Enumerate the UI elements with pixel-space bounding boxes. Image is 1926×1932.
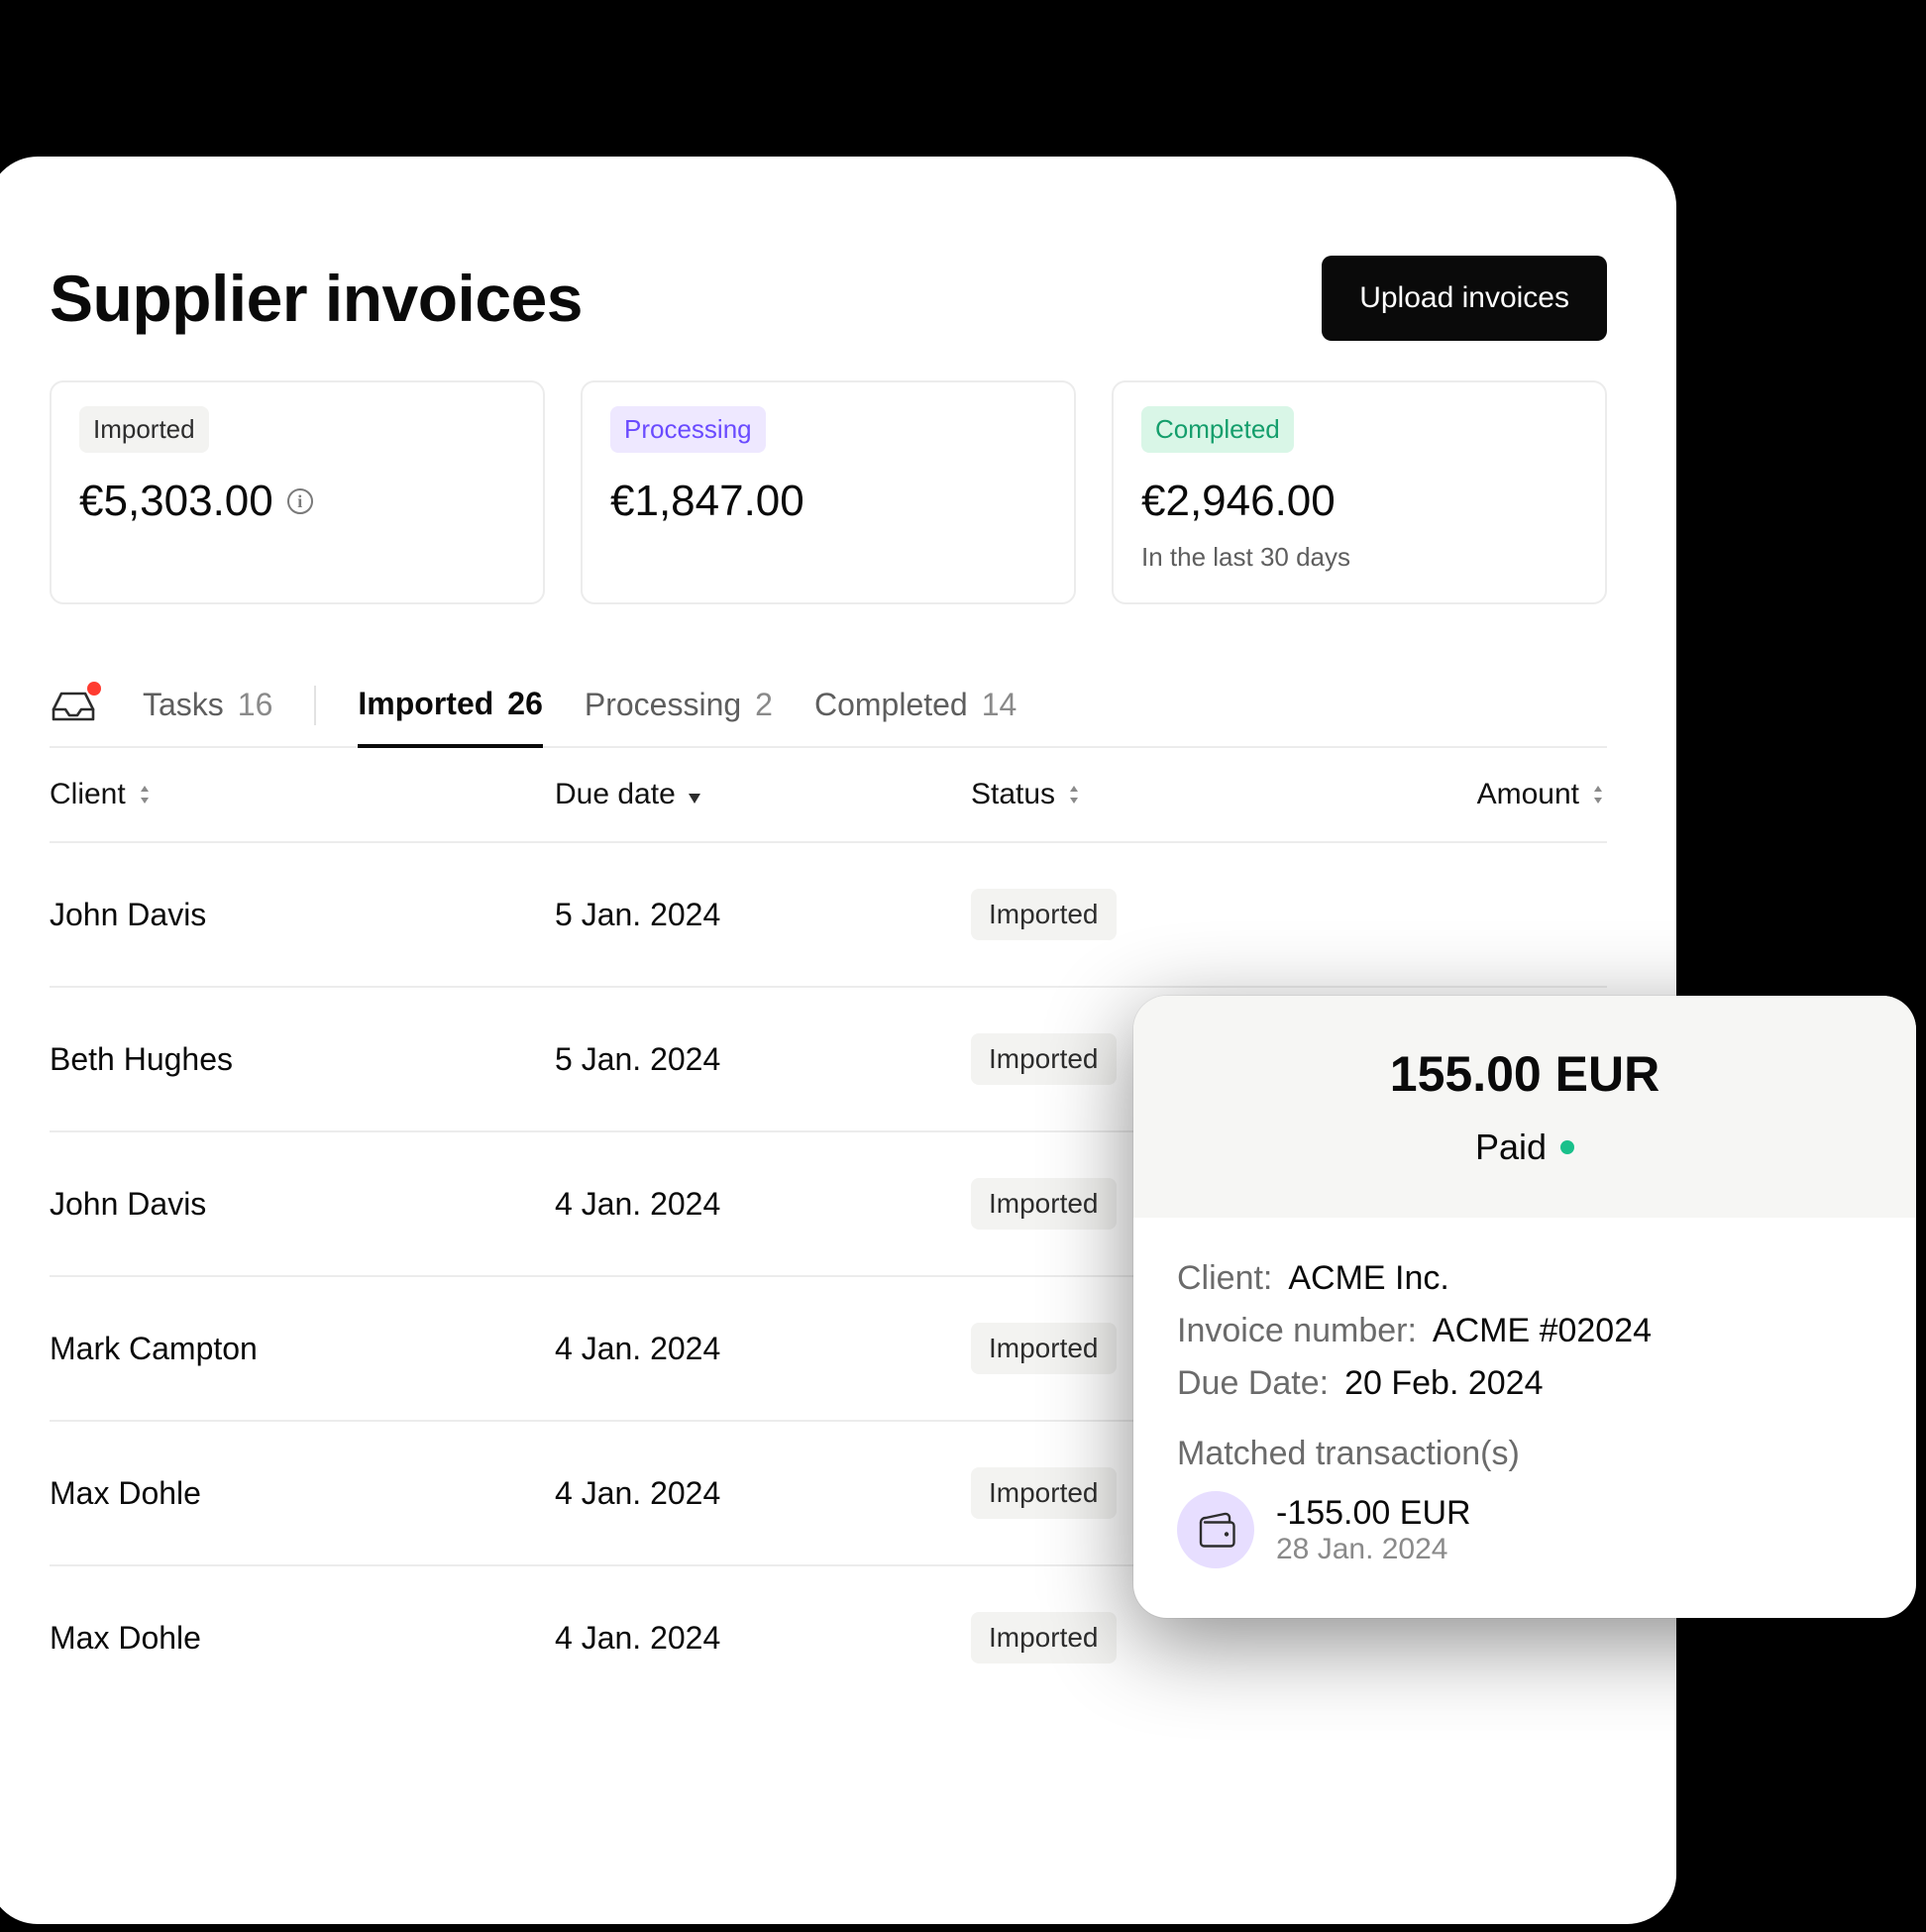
status-chip: Imported bbox=[971, 1467, 1117, 1519]
popover-client-value: ACME Inc. bbox=[1288, 1259, 1448, 1298]
column-client-label: Client bbox=[50, 778, 126, 811]
badge-processing: Processing bbox=[610, 406, 766, 453]
tab-imported[interactable]: Imported 26 bbox=[358, 664, 542, 748]
sort-icon bbox=[1065, 784, 1083, 805]
summary-card-imported[interactable]: Imported €5,303.00 i bbox=[50, 380, 545, 604]
column-status-label: Status bbox=[971, 778, 1055, 811]
row-client: John Davis bbox=[50, 897, 555, 933]
tab-imported-count: 26 bbox=[507, 686, 543, 722]
transaction-amount: -155.00 EUR bbox=[1276, 1494, 1471, 1533]
popover-amount: 155.00 EUR bbox=[1173, 1045, 1876, 1103]
tab-tasks[interactable]: Tasks 16 bbox=[143, 665, 272, 745]
divider bbox=[314, 686, 316, 725]
status-chip: Imported bbox=[971, 1323, 1117, 1374]
row-client: Max Dohle bbox=[50, 1475, 555, 1512]
sort-icon bbox=[1589, 784, 1607, 805]
tab-tasks-label: Tasks bbox=[143, 687, 224, 723]
tab-completed[interactable]: Completed 14 bbox=[814, 665, 1016, 745]
row-due-date: 5 Jan. 2024 bbox=[555, 897, 971, 933]
upload-invoices-button[interactable]: Upload invoices bbox=[1322, 256, 1607, 341]
sort-icon bbox=[136, 784, 154, 805]
row-due-date: 4 Jan. 2024 bbox=[555, 1331, 971, 1367]
popover-matched-label: Matched transaction(s) bbox=[1177, 1435, 1872, 1473]
table-row[interactable]: John Davis5 Jan. 2024Imported bbox=[50, 843, 1607, 988]
tab-processing-label: Processing bbox=[585, 687, 741, 723]
matched-transaction[interactable]: -155.00 EUR 28 Jan. 2024 bbox=[1177, 1491, 1872, 1568]
notification-dot-icon bbox=[87, 682, 101, 696]
column-header-client[interactable]: Client bbox=[50, 778, 555, 811]
inbox-icon[interactable] bbox=[50, 688, 97, 723]
tab-processing-count: 2 bbox=[755, 687, 773, 723]
column-header-due-date[interactable]: Due date bbox=[555, 778, 971, 811]
tab-completed-label: Completed bbox=[814, 687, 968, 723]
status-chip: Imported bbox=[971, 889, 1117, 940]
column-due-label: Due date bbox=[555, 778, 676, 811]
summary-sub-completed: In the last 30 days bbox=[1141, 542, 1577, 573]
tab-processing[interactable]: Processing 2 bbox=[585, 665, 773, 745]
tab-imported-label: Imported bbox=[358, 686, 493, 722]
popover-due-label: Due Date: bbox=[1177, 1364, 1329, 1403]
tab-tasks-count: 16 bbox=[238, 687, 273, 723]
popover-status: Paid bbox=[1173, 1127, 1876, 1168]
popover-invoice-label: Invoice number: bbox=[1177, 1312, 1417, 1350]
tab-completed-count: 14 bbox=[982, 687, 1017, 723]
column-header-amount[interactable]: Amount bbox=[1347, 778, 1607, 811]
row-due-date: 4 Jan. 2024 bbox=[555, 1475, 971, 1512]
status-chip: Imported bbox=[971, 1178, 1117, 1230]
page-title: Supplier invoices bbox=[50, 261, 583, 336]
sort-desc-icon bbox=[686, 784, 703, 805]
row-client: John Davis bbox=[50, 1186, 555, 1223]
status-chip: Imported bbox=[971, 1612, 1117, 1664]
row-client: Max Dohle bbox=[50, 1620, 555, 1657]
column-amount-label: Amount bbox=[1477, 778, 1579, 811]
summary-amount-processing: €1,847.00 bbox=[610, 477, 804, 526]
summary-amount-completed: €2,946.00 bbox=[1141, 477, 1336, 526]
paid-dot-icon bbox=[1560, 1140, 1574, 1154]
info-icon[interactable]: i bbox=[287, 488, 313, 514]
badge-imported: Imported bbox=[79, 406, 209, 453]
row-due-date: 4 Jan. 2024 bbox=[555, 1620, 971, 1657]
popover-due-value: 20 Feb. 2024 bbox=[1344, 1364, 1543, 1403]
wallet-icon bbox=[1177, 1491, 1254, 1568]
invoice-detail-popover: 155.00 EUR Paid Client: ACME Inc. Invoic… bbox=[1133, 996, 1916, 1618]
summary-card-completed[interactable]: Completed €2,946.00 In the last 30 days bbox=[1112, 380, 1607, 604]
badge-completed: Completed bbox=[1141, 406, 1294, 453]
popover-client-label: Client: bbox=[1177, 1259, 1272, 1298]
status-chip: Imported bbox=[971, 1033, 1117, 1085]
summary-amount-imported: €5,303.00 bbox=[79, 477, 273, 526]
popover-status-label: Paid bbox=[1475, 1127, 1547, 1168]
column-header-status[interactable]: Status bbox=[971, 778, 1347, 811]
row-due-date: 4 Jan. 2024 bbox=[555, 1186, 971, 1223]
row-client: Mark Campton bbox=[50, 1331, 555, 1367]
transaction-date: 28 Jan. 2024 bbox=[1276, 1533, 1471, 1566]
row-client: Beth Hughes bbox=[50, 1041, 555, 1078]
summary-card-processing[interactable]: Processing €1,847.00 bbox=[581, 380, 1076, 604]
popover-invoice-value: ACME #02024 bbox=[1433, 1312, 1652, 1350]
row-due-date: 5 Jan. 2024 bbox=[555, 1041, 971, 1078]
